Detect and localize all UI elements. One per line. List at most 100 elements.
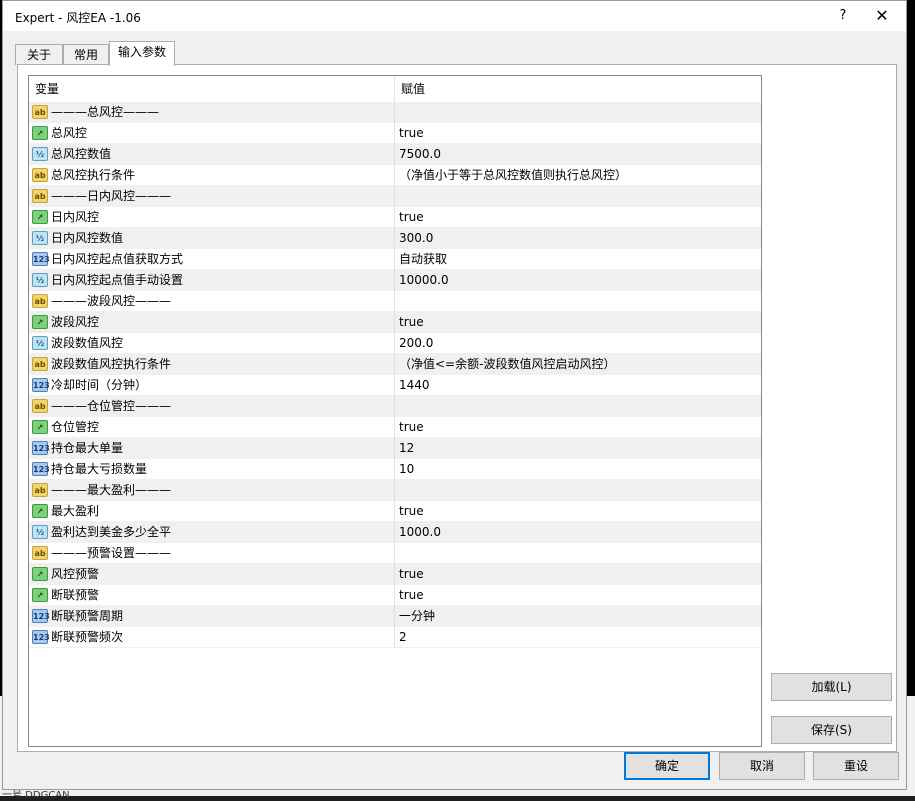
variable-cell: 123 日内风控起点值获取方式 <box>29 249 395 270</box>
variable-cell: 123 断联预警频次 <box>29 627 395 648</box>
value-cell[interactable]: （净值小于等于总风控数值则执行总风控） <box>395 165 761 186</box>
table-row[interactable]: ab ———最大盈利——— <box>29 480 761 501</box>
table-row[interactable]: ↗ 总风控 true <box>29 123 761 144</box>
value-cell[interactable]: true <box>395 564 761 585</box>
value-cell[interactable]: true <box>395 207 761 228</box>
close-button[interactable]: ✕ <box>871 6 893 26</box>
variable-name: 盈利达到美金多少全平 <box>51 525 172 539</box>
value-cell[interactable]: 一分钟 <box>395 606 761 627</box>
value-cell[interactable]: 1000.0 <box>395 522 761 543</box>
string-type-icon: ab <box>32 168 48 182</box>
tab-about[interactable]: 关于 <box>15 44 63 65</box>
table-row[interactable]: ↗ 日内风控 true <box>29 207 761 228</box>
variable-cell: ab 总风控执行条件 <box>29 165 395 186</box>
table-row[interactable]: ½ 盈利达到美金多少全平 1000.0 <box>29 522 761 543</box>
variable-name: 断联预警 <box>51 588 100 602</box>
table-row[interactable]: ↗ 风控预警 true <box>29 564 761 585</box>
variable-cell: 123 断联预警周期 <box>29 606 395 627</box>
tab-common[interactable]: 常用 <box>63 44 109 65</box>
table-row[interactable]: ↗ 断联预警 true <box>29 585 761 606</box>
bool-type-icon: ↗ <box>32 126 48 140</box>
double-type-icon: ½ <box>32 273 48 287</box>
bool-type-icon: ↗ <box>32 588 48 602</box>
value-cell[interactable]: 10000.0 <box>395 270 761 291</box>
value-cell[interactable]: 200.0 <box>395 333 761 354</box>
tab-input-parameters[interactable]: 输入参数 <box>109 41 175 66</box>
value-cell[interactable]: 1440 <box>395 375 761 396</box>
table-row[interactable]: 123 持仓最大亏损数量 10 <box>29 459 761 480</box>
table-row[interactable]: ab ———预警设置——— <box>29 543 761 564</box>
column-header-value[interactable]: 赋值 <box>395 76 761 102</box>
table-row[interactable]: ab ———波段风控——— <box>29 291 761 312</box>
column-header-variable[interactable]: 变量 <box>29 76 395 102</box>
table-row[interactable]: 123 冷却时间（分钟） 1440 <box>29 375 761 396</box>
table-row[interactable]: 123 日内风控起点值获取方式 自动获取 <box>29 249 761 270</box>
table-row[interactable]: ab 总风控执行条件 （净值小于等于总风控数值则执行总风控） <box>29 165 761 186</box>
help-button[interactable]: ? <box>833 6 853 26</box>
value-cell[interactable] <box>395 396 761 417</box>
table-row[interactable]: ab ———总风控——— <box>29 102 761 123</box>
string-type-icon: ab <box>32 483 48 497</box>
save-button[interactable]: 保存(S) <box>771 716 892 744</box>
value-cell[interactable] <box>395 480 761 501</box>
double-type-icon: ½ <box>32 231 48 245</box>
variable-name: ———总风控——— <box>51 105 160 119</box>
value-cell[interactable]: true <box>395 123 761 144</box>
value-cell[interactable]: 300.0 <box>395 228 761 249</box>
value-cell[interactable]: true <box>395 417 761 438</box>
value-cell[interactable]: 自动获取 <box>395 249 761 270</box>
variable-cell: 123 冷却时间（分钟） <box>29 375 395 396</box>
window-title: Expert - 风控EA -1.06 <box>15 11 141 25</box>
value-cell[interactable] <box>395 543 761 564</box>
table-row[interactable]: 123 持仓最大单量 12 <box>29 438 761 459</box>
ok-button[interactable]: 确定 <box>624 752 710 780</box>
variable-cell: ab ———日内风控——— <box>29 186 395 207</box>
variable-name: ———日内风控——— <box>51 189 172 203</box>
variable-name: ———仓位管控——— <box>51 399 172 413</box>
variable-name: 波段风控 <box>51 315 100 329</box>
variable-cell: 123 持仓最大亏损数量 <box>29 459 395 480</box>
variable-cell: ↗ 仓位管控 <box>29 417 395 438</box>
variable-cell: ab ———预警设置——— <box>29 543 395 564</box>
table-row[interactable]: ½ 日内风控起点值手动设置 10000.0 <box>29 270 761 291</box>
value-cell[interactable]: 10 <box>395 459 761 480</box>
title-bar: Expert - 风控EA -1.06 ? ✕ <box>3 1 906 31</box>
table-row[interactable]: 123 断联预警周期 一分钟 <box>29 606 761 627</box>
variable-cell: 123 持仓最大单量 <box>29 438 395 459</box>
table-row[interactable]: 123 断联预警频次 2 <box>29 627 761 648</box>
value-cell[interactable]: true <box>395 501 761 522</box>
table-row[interactable]: ½ 总风控数值 7500.0 <box>29 144 761 165</box>
value-cell[interactable]: 2 <box>395 627 761 648</box>
value-cell[interactable] <box>395 102 761 123</box>
integer-type-icon: 123 <box>32 252 50 266</box>
table-header: 变量 赋值 <box>29 76 761 102</box>
value-cell[interactable]: true <box>395 312 761 333</box>
string-type-icon: ab <box>32 357 48 371</box>
value-cell[interactable]: （净值<=余额-波段数值风控启动风控） <box>395 354 761 375</box>
variable-cell: ab ———波段风控——— <box>29 291 395 312</box>
value-cell[interactable]: 7500.0 <box>395 144 761 165</box>
table-row[interactable]: ↗ 波段风控 true <box>29 312 761 333</box>
table-row[interactable]: ½ 日内风控数值 300.0 <box>29 228 761 249</box>
variable-cell: ab 波段数值风控执行条件 <box>29 354 395 375</box>
load-button[interactable]: 加载(L) <box>771 673 892 701</box>
cancel-button[interactable]: 取消 <box>719 752 805 780</box>
variable-name: 日内风控起点值获取方式 <box>51 252 184 266</box>
table-row[interactable]: ab ———日内风控——— <box>29 186 761 207</box>
table-row[interactable]: ½ 波段数值风控 200.0 <box>29 333 761 354</box>
table-row[interactable]: ↗ 仓位管控 true <box>29 417 761 438</box>
expert-dialog: Expert - 风控EA -1.06 ? ✕ 关于 常用 输入参数 变量 赋值… <box>2 0 907 790</box>
value-cell[interactable]: true <box>395 585 761 606</box>
table-row[interactable]: ab ———仓位管控——— <box>29 396 761 417</box>
variable-name: ———预警设置——— <box>51 546 172 560</box>
value-cell[interactable]: 12 <box>395 438 761 459</box>
variable-name: 持仓最大亏损数量 <box>51 462 148 476</box>
integer-type-icon: 123 <box>32 441 50 455</box>
string-type-icon: ab <box>32 399 48 413</box>
value-cell[interactable] <box>395 186 761 207</box>
table-row[interactable]: ↗ 最大盈利 true <box>29 501 761 522</box>
table-row[interactable]: ab 波段数值风控执行条件 （净值<=余额-波段数值风控启动风控） <box>29 354 761 375</box>
reset-button[interactable]: 重设 <box>813 752 899 780</box>
parameters-table[interactable]: 变量 赋值 ab ———总风控——— ↗ 总风控 true ½ 总风控数值 7500.0 ab 总… <box>28 75 762 747</box>
value-cell[interactable] <box>395 291 761 312</box>
